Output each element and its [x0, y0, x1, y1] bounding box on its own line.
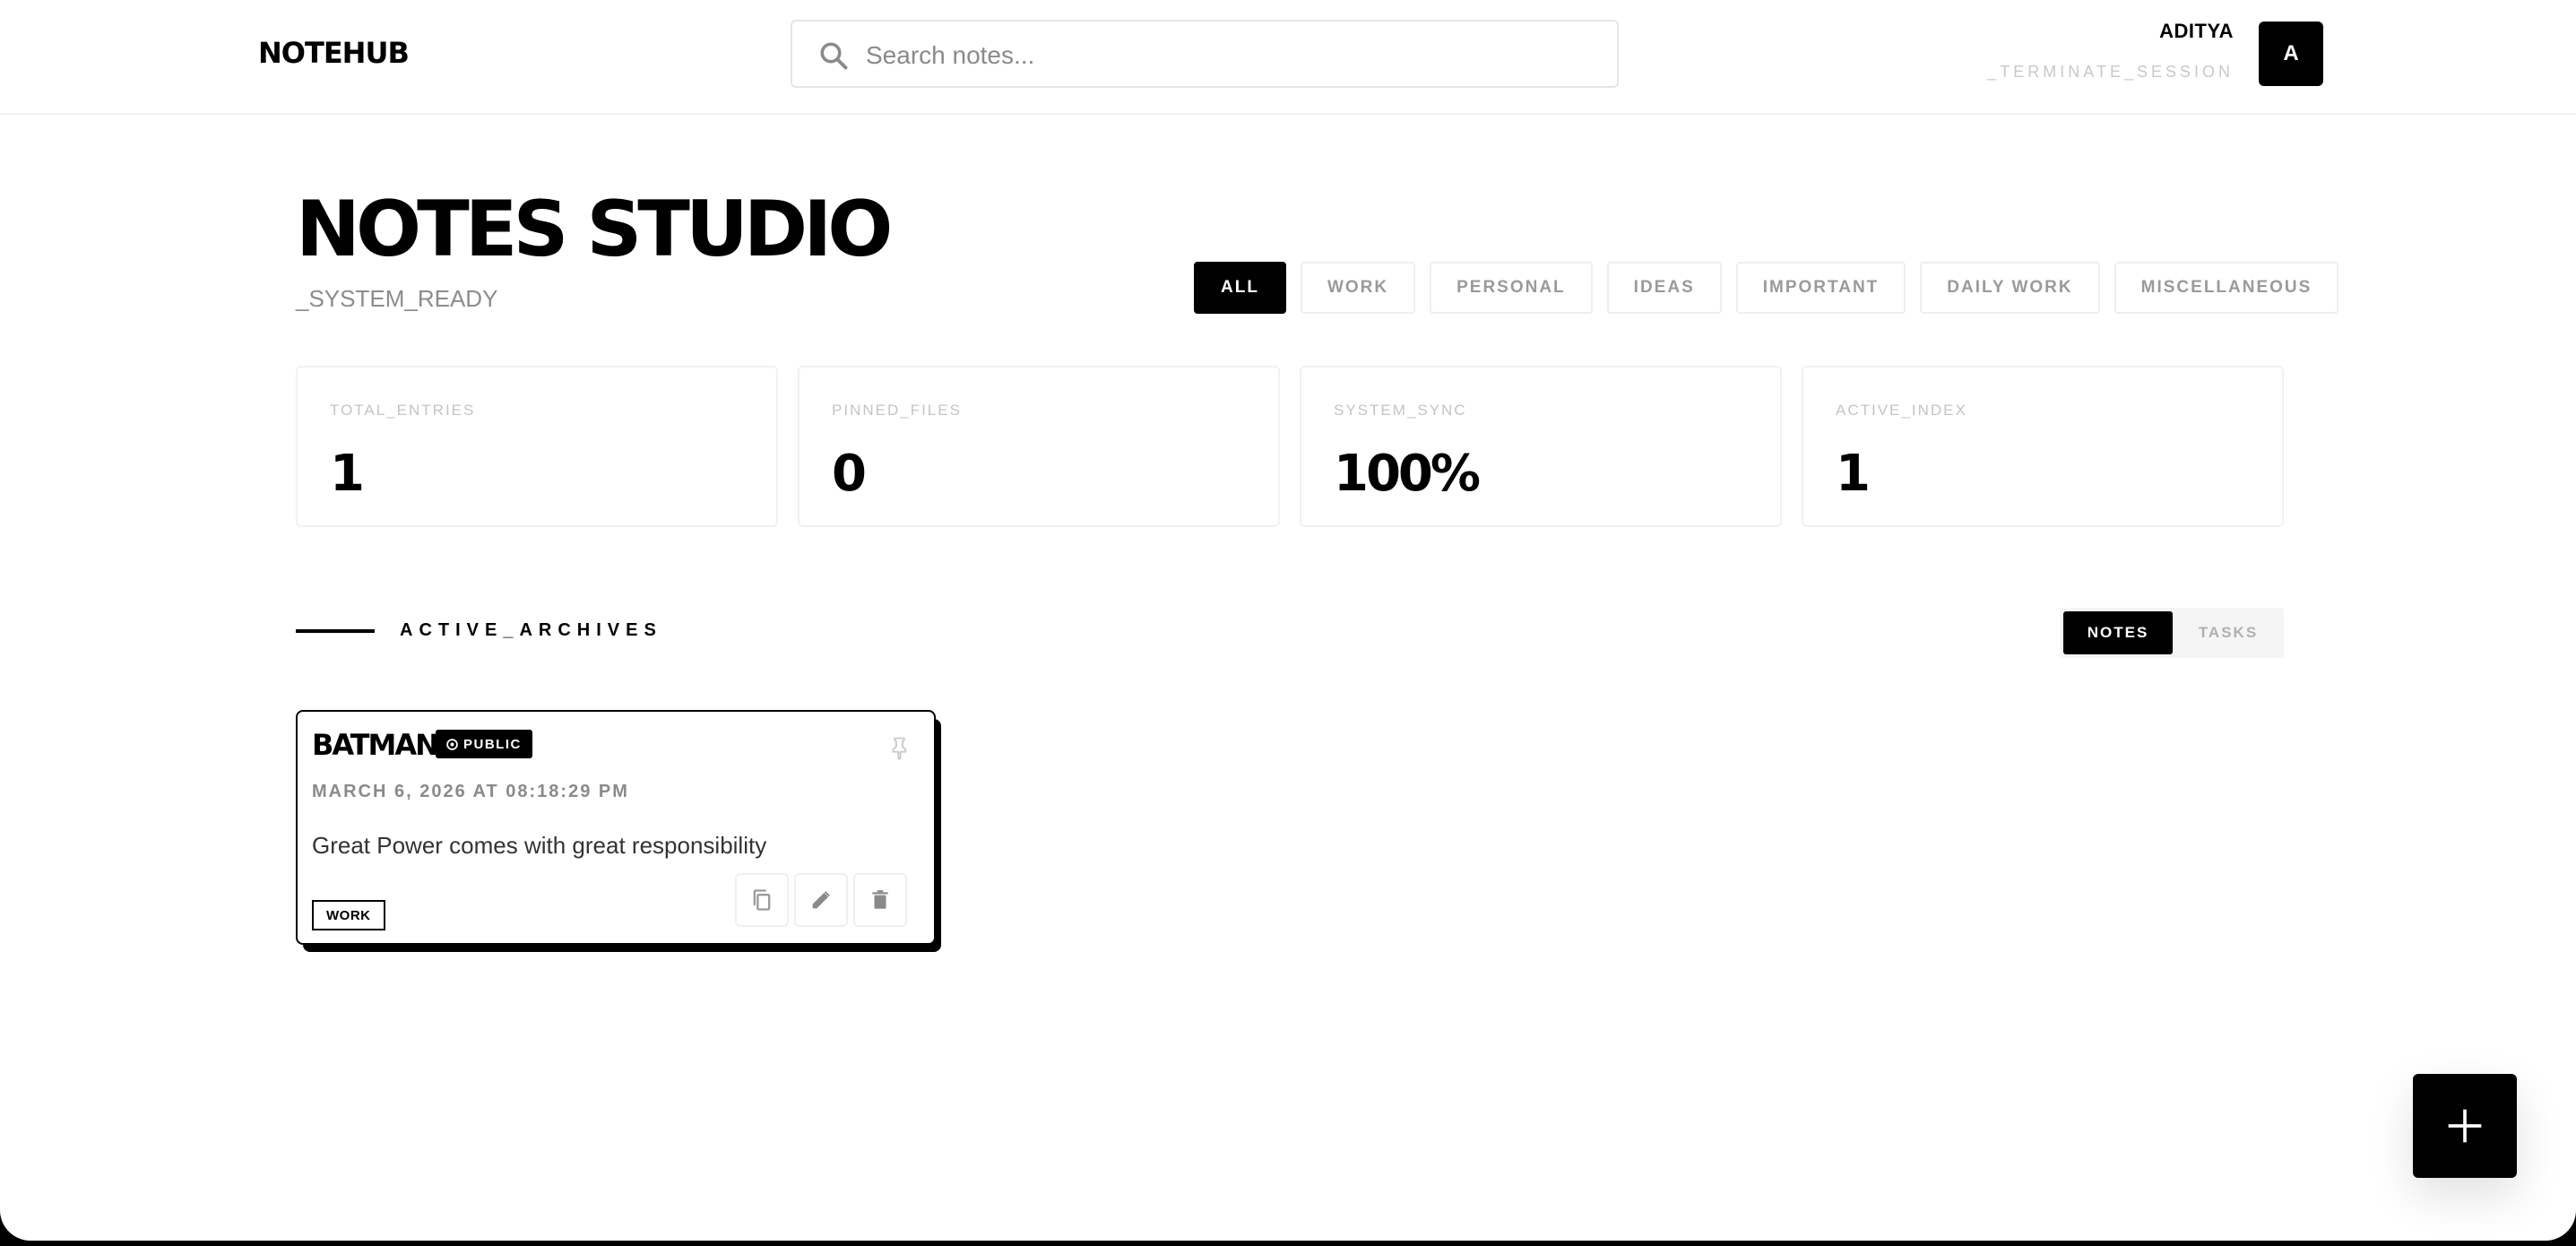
plus-icon: [2448, 1109, 2482, 1143]
stat-card-active-index: ACTIVE_INDEX 1: [1802, 366, 2284, 527]
note-tag[interactable]: WORK: [312, 900, 385, 930]
stat-card-system-sync: SYSTEM_SYNC 100%: [1300, 366, 1782, 527]
stat-value: 1: [1836, 445, 1871, 503]
tab-tasks[interactable]: TASKS: [2176, 611, 2280, 654]
top-bar: NOTEHUB Search notes... ADITYA _TERMINAT…: [0, 0, 2576, 115]
note-body: Great Power comes with great responsibil…: [312, 832, 767, 859]
stat-label: ACTIVE_INDEX: [1836, 402, 1967, 419]
stat-label: PINNED_FILES: [832, 402, 962, 419]
user-name: ADITYA: [2159, 20, 2234, 42]
tab-notes[interactable]: NOTES: [2063, 611, 2173, 654]
app-window: NOTEHUB Search notes... ADITYA _TERMINAT…: [0, 0, 2576, 1241]
stat-value: 0: [832, 445, 867, 503]
page-subtitle: _SYSTEM_READY: [296, 285, 498, 312]
add-note-button[interactable]: [2413, 1074, 2517, 1178]
pencil-icon: [812, 891, 830, 909]
filter-ideas[interactable]: IDEAS: [1606, 262, 1722, 314]
globe-icon: [446, 738, 458, 750]
copy-button[interactable]: [735, 873, 789, 927]
logo[interactable]: NOTEHUB: [258, 36, 410, 70]
stat-label: SYSTEM_SYNC: [1334, 402, 1467, 419]
trash-icon: [872, 890, 888, 909]
section-divider: [296, 629, 375, 633]
view-toggle: NOTES TASKS: [2060, 608, 2284, 658]
stat-value: 100%: [1334, 445, 1481, 503]
search-input[interactable]: Search notes...: [791, 20, 1619, 88]
stat-card-pinned-files: PINNED_FILES 0: [798, 366, 1280, 527]
stat-card-total-entries: TOTAL_ENTRIES 1: [296, 366, 778, 527]
stat-value: 1: [330, 445, 365, 503]
page-title: NOTES STUDIO: [296, 185, 893, 274]
visibility-badge: PUBLIC: [436, 730, 532, 758]
filter-all[interactable]: ALL: [1194, 262, 1286, 314]
filter-miscellaneous[interactable]: MISCELLANEOUS: [2114, 262, 2339, 314]
category-filters: ALL WORK PERSONAL IDEAS IMPORTANT DAILY …: [1194, 262, 2339, 314]
terminate-session-link[interactable]: _TERMINATE_SESSION: [1987, 63, 2234, 82]
filter-personal[interactable]: PERSONAL: [1430, 262, 1593, 314]
copy-icon: [753, 889, 771, 911]
avatar[interactable]: A: [2259, 22, 2323, 86]
filter-daily-work[interactable]: DAILY WORK: [1920, 262, 2100, 314]
note-title: BATMAN: [312, 728, 439, 762]
search-placeholder: Search notes...: [866, 41, 1035, 69]
stat-label: TOTAL_ENTRIES: [330, 402, 476, 419]
edit-button[interactable]: [794, 873, 848, 927]
section-title: ACTIVE_ARCHIVES: [400, 620, 662, 640]
pin-icon[interactable]: [887, 735, 912, 760]
delete-button[interactable]: [853, 873, 907, 927]
note-date: MARCH 6, 2026 AT 08:18:29 PM: [312, 782, 629, 801]
filter-important[interactable]: IMPORTANT: [1735, 262, 1906, 314]
visibility-label: PUBLIC: [463, 736, 522, 752]
filter-work[interactable]: WORK: [1300, 262, 1416, 314]
search-icon: [820, 42, 848, 70]
note-card[interactable]: BATMAN PUBLIC MARCH 6, 2026 AT 08:18:29 …: [296, 710, 936, 945]
